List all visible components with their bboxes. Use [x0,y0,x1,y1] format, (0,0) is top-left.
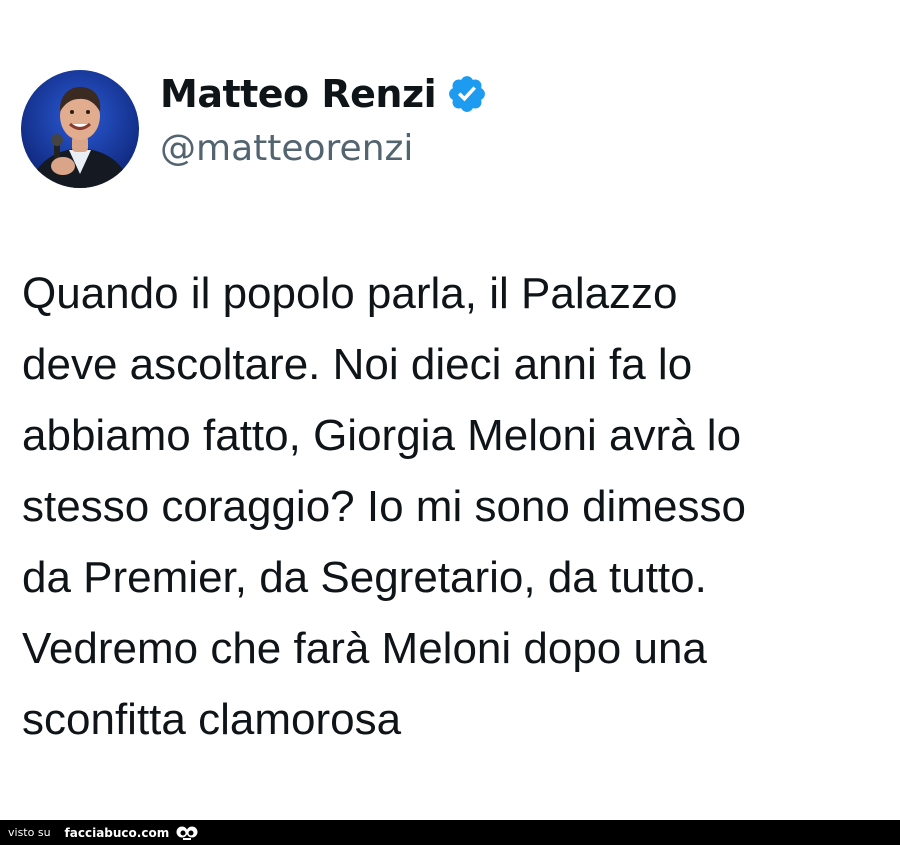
tweet-text: Quando il popolo parla, il Palazzo deve … [22,258,882,755]
tweet-text-line: Quando il popolo parla, il Palazzo [22,269,678,318]
tweet-text-line: Vedremo che farà Meloni dopo una [22,624,707,673]
footer-site-link[interactable]: facciabuco.com [65,826,170,840]
eyes-icon [176,826,198,840]
profile-photo-icon [21,70,139,188]
tweet-text-line: stesso coraggio? Io mi sono dimesso [22,482,746,531]
verified-badge-icon [449,76,486,112]
footer-prefix: visto su [8,826,51,839]
author-display-name[interactable]: Matteo Renzi [160,72,437,116]
watermark-footer: visto su facciabuco.com [0,820,900,845]
author-name-row: Matteo Renzi [160,68,488,120]
author-handle[interactable]: @matteorenzi [160,128,413,169]
tweet-text-line: abbiamo fatto, Giorgia Meloni avrà lo [22,411,742,460]
tweet-text-line: sconfitta clamorosa [22,695,402,744]
tweet-text-line: da Premier, da Segretario, da tutto. [22,553,707,602]
author-avatar[interactable] [21,70,139,188]
tweet-text-line: deve ascoltare. Noi dieci anni fa lo [22,340,693,389]
